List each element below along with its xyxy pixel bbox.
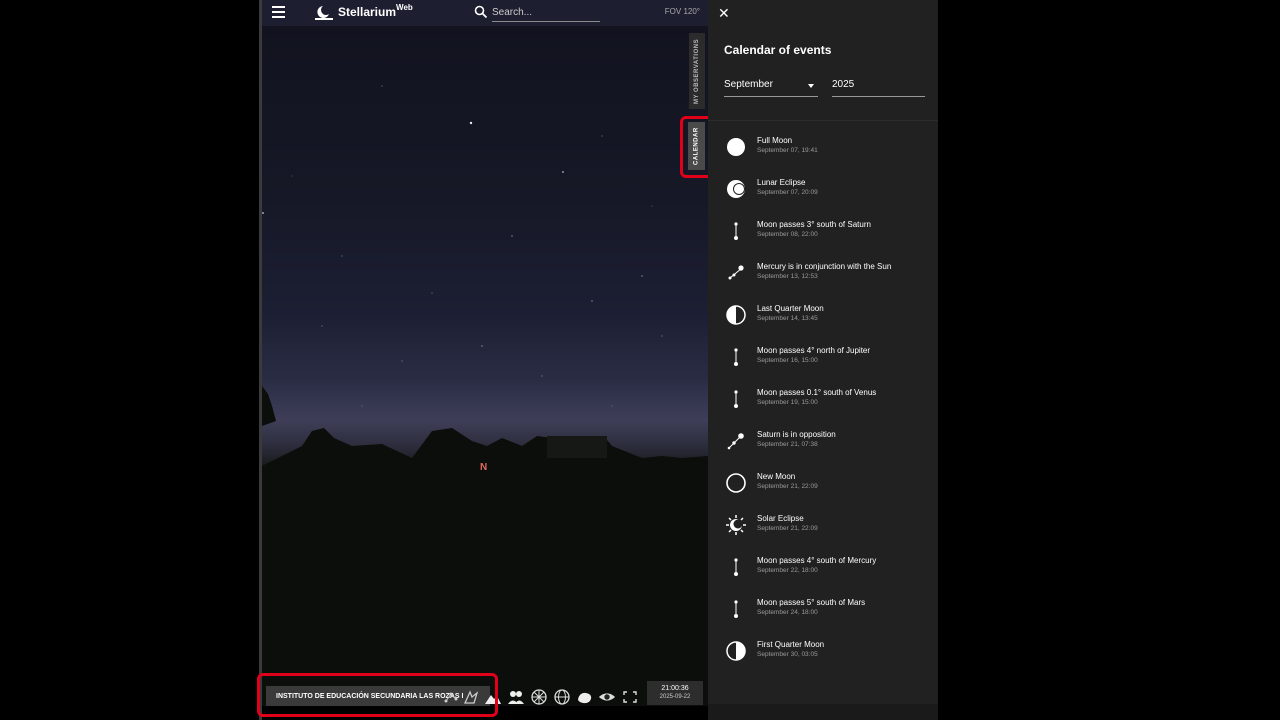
divider: [708, 120, 938, 121]
building-silhouette: [547, 436, 607, 458]
tab-my-observations[interactable]: MY OBSERVATIONS: [689, 33, 705, 109]
event-row[interactable]: Moon passes 4° south of Mercury September…: [708, 554, 938, 596]
event-row[interactable]: Moon passes 3° south of Saturn September …: [708, 218, 938, 260]
event-date: September 21, 22:09: [757, 483, 818, 490]
month-select[interactable]: September: [724, 79, 818, 97]
brand-title: StellariumWeb: [338, 3, 413, 19]
conjunction-icon: [734, 558, 738, 576]
tab-calendar[interactable]: CALENDAR: [688, 122, 705, 170]
event-name: Moon passes 5° south of Mars: [757, 598, 866, 607]
event-date: September 21, 22:09: [757, 525, 818, 532]
solar-eclipse-icon: [726, 515, 746, 535]
clock-time: 21:00:36: [661, 685, 689, 692]
event-name: Moon passes 0.1° south of Venus: [757, 388, 877, 397]
atmosphere-icon[interactable]: [507, 689, 525, 705]
chevron-down-icon: [808, 84, 814, 88]
nebulae-icon[interactable]: [576, 689, 594, 705]
event-date: September 08, 22:00: [757, 231, 818, 238]
event-date: September 21, 07:38: [757, 441, 818, 448]
event-name: Saturn is in opposition: [757, 430, 836, 439]
full-moon-icon: [727, 138, 745, 156]
calendar-panel: ✕ Calendar of events September 2025 Full…: [708, 0, 938, 720]
event-name: Moon passes 3° south of Saturn: [757, 220, 871, 229]
event-date: September 07, 20:09: [757, 189, 818, 196]
constellation-art-icon[interactable]: [462, 689, 480, 705]
fov-readout: FOV 120°: [664, 7, 700, 16]
event-row[interactable]: New Moon September 21, 22:09: [708, 470, 938, 512]
lunar-eclipse-icon: [727, 180, 745, 198]
brand-sup: Web: [396, 3, 413, 12]
conjunction-icon: [734, 390, 738, 408]
constellation-lines-icon[interactable]: [442, 689, 460, 705]
clock-date: 2025-09-22: [659, 694, 691, 700]
event-date: September 16, 15:00: [757, 357, 818, 364]
search-icon[interactable]: [474, 5, 488, 19]
fullscreen-icon[interactable]: [621, 689, 639, 705]
event-date: September 19, 15:00: [757, 399, 818, 406]
event-row[interactable]: Saturn is in opposition September 21, 07:…: [708, 428, 938, 470]
sky-scene: N: [262, 85, 708, 706]
year-field[interactable]: 2025: [832, 79, 925, 97]
last-quarter-icon: [726, 305, 746, 325]
clock-button[interactable]: 21:00:36 2025-09-22: [647, 681, 703, 705]
event-date: September 24, 18:00: [757, 609, 818, 616]
search-input[interactable]: [492, 3, 600, 22]
horizon-treeline: [262, 386, 708, 706]
event-name: Moon passes 4° south of Mercury: [757, 556, 877, 565]
event-name: Solar Eclipse: [757, 514, 804, 523]
conjunction-icon: [734, 600, 738, 618]
event-row[interactable]: Solar Eclipse September 21, 22:09: [708, 512, 938, 554]
event-name: Lunar Eclipse: [757, 178, 806, 187]
event-row[interactable]: Mercury is in conjunction with the Sun Se…: [708, 260, 938, 302]
month-value: September: [724, 79, 773, 90]
event-row[interactable]: Last Quarter Moon September 14, 13:45: [708, 302, 938, 344]
panel-title: Calendar of events: [724, 43, 832, 57]
event-name: Mercury is in conjunction with the Sun: [757, 262, 892, 271]
event-date: September 22, 18:00: [757, 567, 818, 574]
event-date: September 07, 19:41: [757, 147, 818, 154]
panel-footer: [708, 704, 938, 720]
landscape-icon[interactable]: [484, 689, 502, 705]
brand-name: Stellarium: [338, 5, 397, 19]
sun-conjunction-icon: [728, 265, 744, 280]
sky-view[interactable]: N: [262, 26, 708, 706]
event-row[interactable]: Lunar Eclipse September 07, 20:09: [708, 176, 938, 218]
event-name: Moon passes 4° north of Jupiter: [757, 346, 871, 355]
event-row[interactable]: First Quarter Moon September 30, 03:05: [708, 638, 938, 680]
top-bar: StellariumWeb FOV 120°: [262, 0, 708, 26]
eye-icon[interactable]: [598, 689, 616, 705]
menu-icon: [272, 6, 285, 8]
opposition-icon: [727, 433, 744, 450]
event-name: New Moon: [757, 472, 796, 481]
event-row[interactable]: Moon passes 0.1° south of Venus September…: [708, 386, 938, 428]
first-quarter-icon: [726, 641, 746, 661]
new-moon-icon: [726, 473, 746, 493]
menu-button[interactable]: [272, 6, 285, 19]
conjunction-icon: [734, 222, 738, 240]
event-row[interactable]: Moon passes 5° south of Mars September 24…: [708, 596, 938, 638]
event-date: September 30, 03:05: [757, 651, 818, 658]
event-name: First Quarter Moon: [757, 640, 825, 649]
conjunction-icon: [734, 348, 738, 366]
close-icon[interactable]: ✕: [718, 5, 734, 21]
event-date: September 14, 13:45: [757, 315, 818, 322]
event-date: September 13, 12:53: [757, 273, 818, 280]
stellarium-logo-icon: [315, 6, 333, 20]
event-name: Full Moon: [757, 136, 793, 145]
compass-north: N: [480, 462, 487, 473]
azimuthal-grid-icon[interactable]: [530, 689, 548, 705]
event-row[interactable]: Moon passes 4° north of Jupiter September…: [708, 344, 938, 386]
equatorial-grid-icon[interactable]: [553, 689, 571, 705]
event-row[interactable]: Full Moon September 07, 19:41: [708, 134, 938, 176]
stars: [262, 85, 663, 407]
event-name: Last Quarter Moon: [757, 304, 824, 313]
